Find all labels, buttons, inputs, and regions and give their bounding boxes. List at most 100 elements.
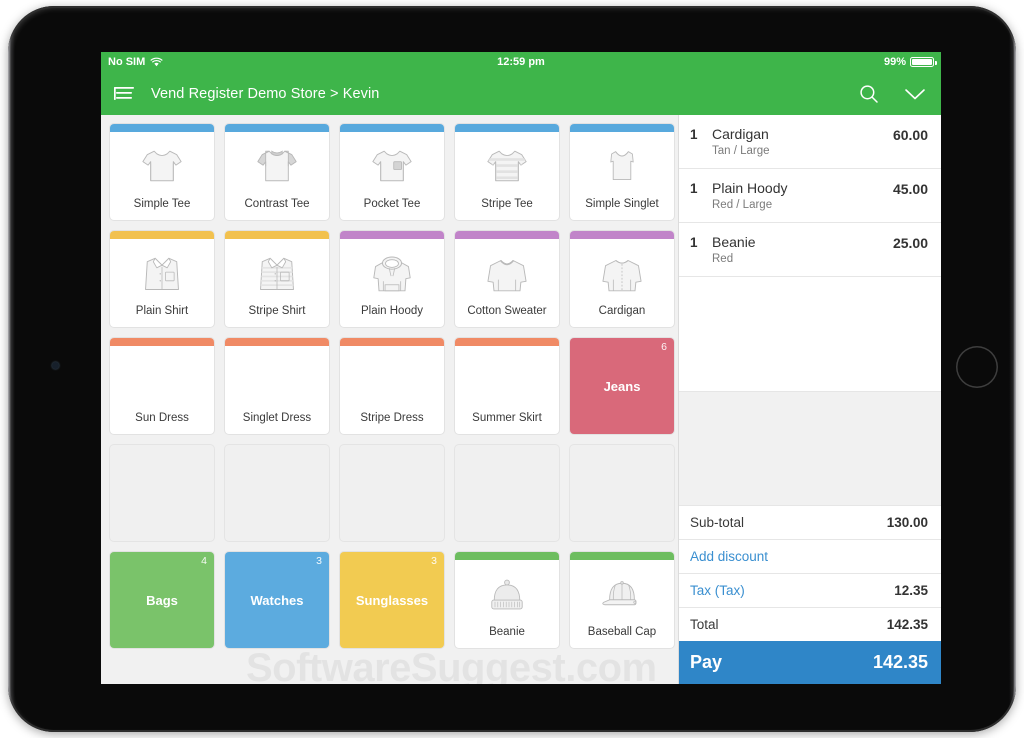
- tile-label: Stripe Shirt: [248, 305, 306, 318]
- cart-item-name: Cardigan: [712, 126, 769, 142]
- cart-item-price: 25.00: [892, 235, 928, 251]
- cart-item-info: Plain Hoody Red / Large: [712, 180, 893, 211]
- tile-label: Cardigan: [598, 305, 646, 318]
- product-tile[interactable]: Stripe Shirt: [225, 231, 329, 327]
- tile-accent-bar: [340, 231, 444, 239]
- totals-amount: 142.35: [886, 617, 928, 632]
- chevron-down-icon[interactable]: [895, 72, 935, 115]
- tile-label: Sunglasses: [355, 592, 429, 608]
- singlet-icon: [570, 132, 674, 198]
- tile-label: Bags: [146, 592, 178, 608]
- totals-row[interactable]: Tax (Tax) 12.35: [679, 573, 941, 607]
- tee-stripe-icon: [455, 132, 559, 198]
- tile-accent-bar: [110, 338, 214, 346]
- tile-label: Stripe Dress: [360, 412, 424, 425]
- product-group-tile[interactable]: 6 Jeans: [570, 338, 674, 434]
- tile-accent-bar: [225, 124, 329, 132]
- tile-label: Sun Dress: [135, 412, 189, 425]
- product-tile[interactable]: Pocket Tee: [340, 124, 444, 220]
- tee-simple-icon: [110, 132, 214, 198]
- tile-count-badge: 6: [661, 341, 667, 353]
- home-button[interactable]: [956, 346, 998, 388]
- product-tile-empty: [110, 445, 214, 541]
- totals-amount: 12.35: [894, 583, 928, 598]
- cart-item-variant: Tan / Large: [712, 145, 770, 157]
- search-icon[interactable]: [849, 72, 889, 115]
- product-tile-empty: [225, 445, 329, 541]
- totals-label: Tax (Tax): [690, 583, 745, 598]
- tile-accent-bar: [455, 338, 559, 346]
- product-tile[interactable]: Stripe Dress: [340, 338, 444, 434]
- cart-empty-space: [679, 390, 941, 505]
- ios-status-bar: No SIM 12:59 pm 99%: [101, 52, 941, 72]
- product-tile[interactable]: Stripe Tee: [455, 124, 559, 220]
- tile-accent-bar: [340, 338, 444, 346]
- cart-item-row[interactable]: 1 Beanie Red 25.00: [679, 223, 941, 277]
- product-tile[interactable]: Cotton Sweater: [455, 231, 559, 327]
- shirt-stripe-icon: [225, 239, 329, 305]
- product-tile[interactable]: Simple Tee: [110, 124, 214, 220]
- shirt-plain-icon: [110, 239, 214, 305]
- hamburger-menu-icon[interactable]: [101, 72, 147, 115]
- product-tile[interactable]: Beanie: [455, 552, 559, 648]
- tile-artwork-none: [340, 346, 444, 412]
- tablet-screen: No SIM 12:59 pm 99% Vend Register Demo S…: [101, 52, 941, 684]
- product-group-tile[interactable]: 3 Watches: [225, 552, 329, 648]
- product-tile[interactable]: Simple Singlet: [570, 124, 674, 220]
- tile-artwork-none: [455, 346, 559, 412]
- cap-icon: [570, 560, 674, 626]
- tile-label: Jeans: [603, 378, 641, 394]
- tile-label: Plain Shirt: [135, 305, 189, 318]
- tile-accent-bar: [225, 231, 329, 239]
- tile-label: Singlet Dress: [242, 412, 312, 425]
- tile-accent-bar: [110, 231, 214, 239]
- tile-accent-bar: [455, 124, 559, 132]
- cart-item-qty: 1: [690, 181, 698, 196]
- cart-item-list: 1 Cardigan Tan / Large 60.00 1 Plain Hoody Red…: [679, 115, 941, 391]
- tile-label: Baseball Cap: [587, 626, 657, 639]
- tile-count-badge: 3: [316, 555, 322, 567]
- product-grid-pane: Simple Tee Contrast Tee Pocket Tee Stripe T…: [101, 115, 678, 684]
- product-tile[interactable]: Singlet Dress: [225, 338, 329, 434]
- product-tile[interactable]: Contrast Tee: [225, 124, 329, 220]
- cart-item-info: Cardigan Tan / Large: [712, 126, 893, 157]
- product-tile[interactable]: Cardigan: [570, 231, 674, 327]
- tile-count-badge: 3: [431, 555, 437, 567]
- product-tile[interactable]: Plain Hoody: [340, 231, 444, 327]
- pay-label: Pay: [690, 652, 723, 672]
- product-tile[interactable]: Sun Dress: [110, 338, 214, 434]
- tile-accent-bar: [570, 124, 674, 132]
- beanie-icon: [455, 560, 559, 626]
- tile-accent-bar: [340, 124, 444, 132]
- pay-button[interactable]: Pay 142.35: [679, 641, 941, 684]
- cart-pane: 1 Cardigan Tan / Large 60.00 1 Plain Hoody Red…: [678, 115, 941, 684]
- tile-label: Stripe Tee: [481, 198, 533, 211]
- product-group-tile[interactable]: 3 Sunglasses: [340, 552, 444, 648]
- tile-accent-bar: [455, 231, 559, 239]
- cart-item-name: Plain Hoody: [712, 180, 788, 196]
- tile-label: Cotton Sweater: [467, 305, 547, 318]
- cart-item-qty: 1: [690, 235, 698, 250]
- product-tile[interactable]: Baseball Cap: [570, 552, 674, 648]
- tee-pocket-icon: [340, 132, 444, 198]
- status-bar-right: 99%: [883, 52, 937, 72]
- tile-label: Watches: [250, 592, 304, 608]
- totals-row: Total 142.35: [679, 607, 941, 641]
- cart-item-price: 45.00: [892, 181, 928, 197]
- cart-item-name: Beanie: [712, 234, 756, 250]
- totals-label: Sub-total: [690, 515, 745, 530]
- product-group-tile[interactable]: 4 Bags: [110, 552, 214, 648]
- cart-item-row[interactable]: 1 Plain Hoody Red / Large 45.00: [679, 169, 941, 223]
- app-nav-bar: Vend Register Demo Store > Kevin: [101, 72, 941, 115]
- totals-amount: 130.00: [886, 515, 928, 530]
- front-camera: [52, 362, 59, 369]
- tile-accent-bar: [225, 338, 329, 346]
- product-tile[interactable]: Plain Shirt: [110, 231, 214, 327]
- tile-accent-bar: [570, 231, 674, 239]
- tile-label: Pocket Tee: [363, 198, 421, 211]
- cart-item-row[interactable]: 1 Cardigan Tan / Large 60.00: [679, 115, 941, 169]
- battery-percent-label: 99%: [883, 56, 906, 68]
- add-discount-link[interactable]: Add discount: [679, 539, 941, 573]
- product-tile[interactable]: Summer Skirt: [455, 338, 559, 434]
- cart-item-price: 60.00: [892, 127, 928, 143]
